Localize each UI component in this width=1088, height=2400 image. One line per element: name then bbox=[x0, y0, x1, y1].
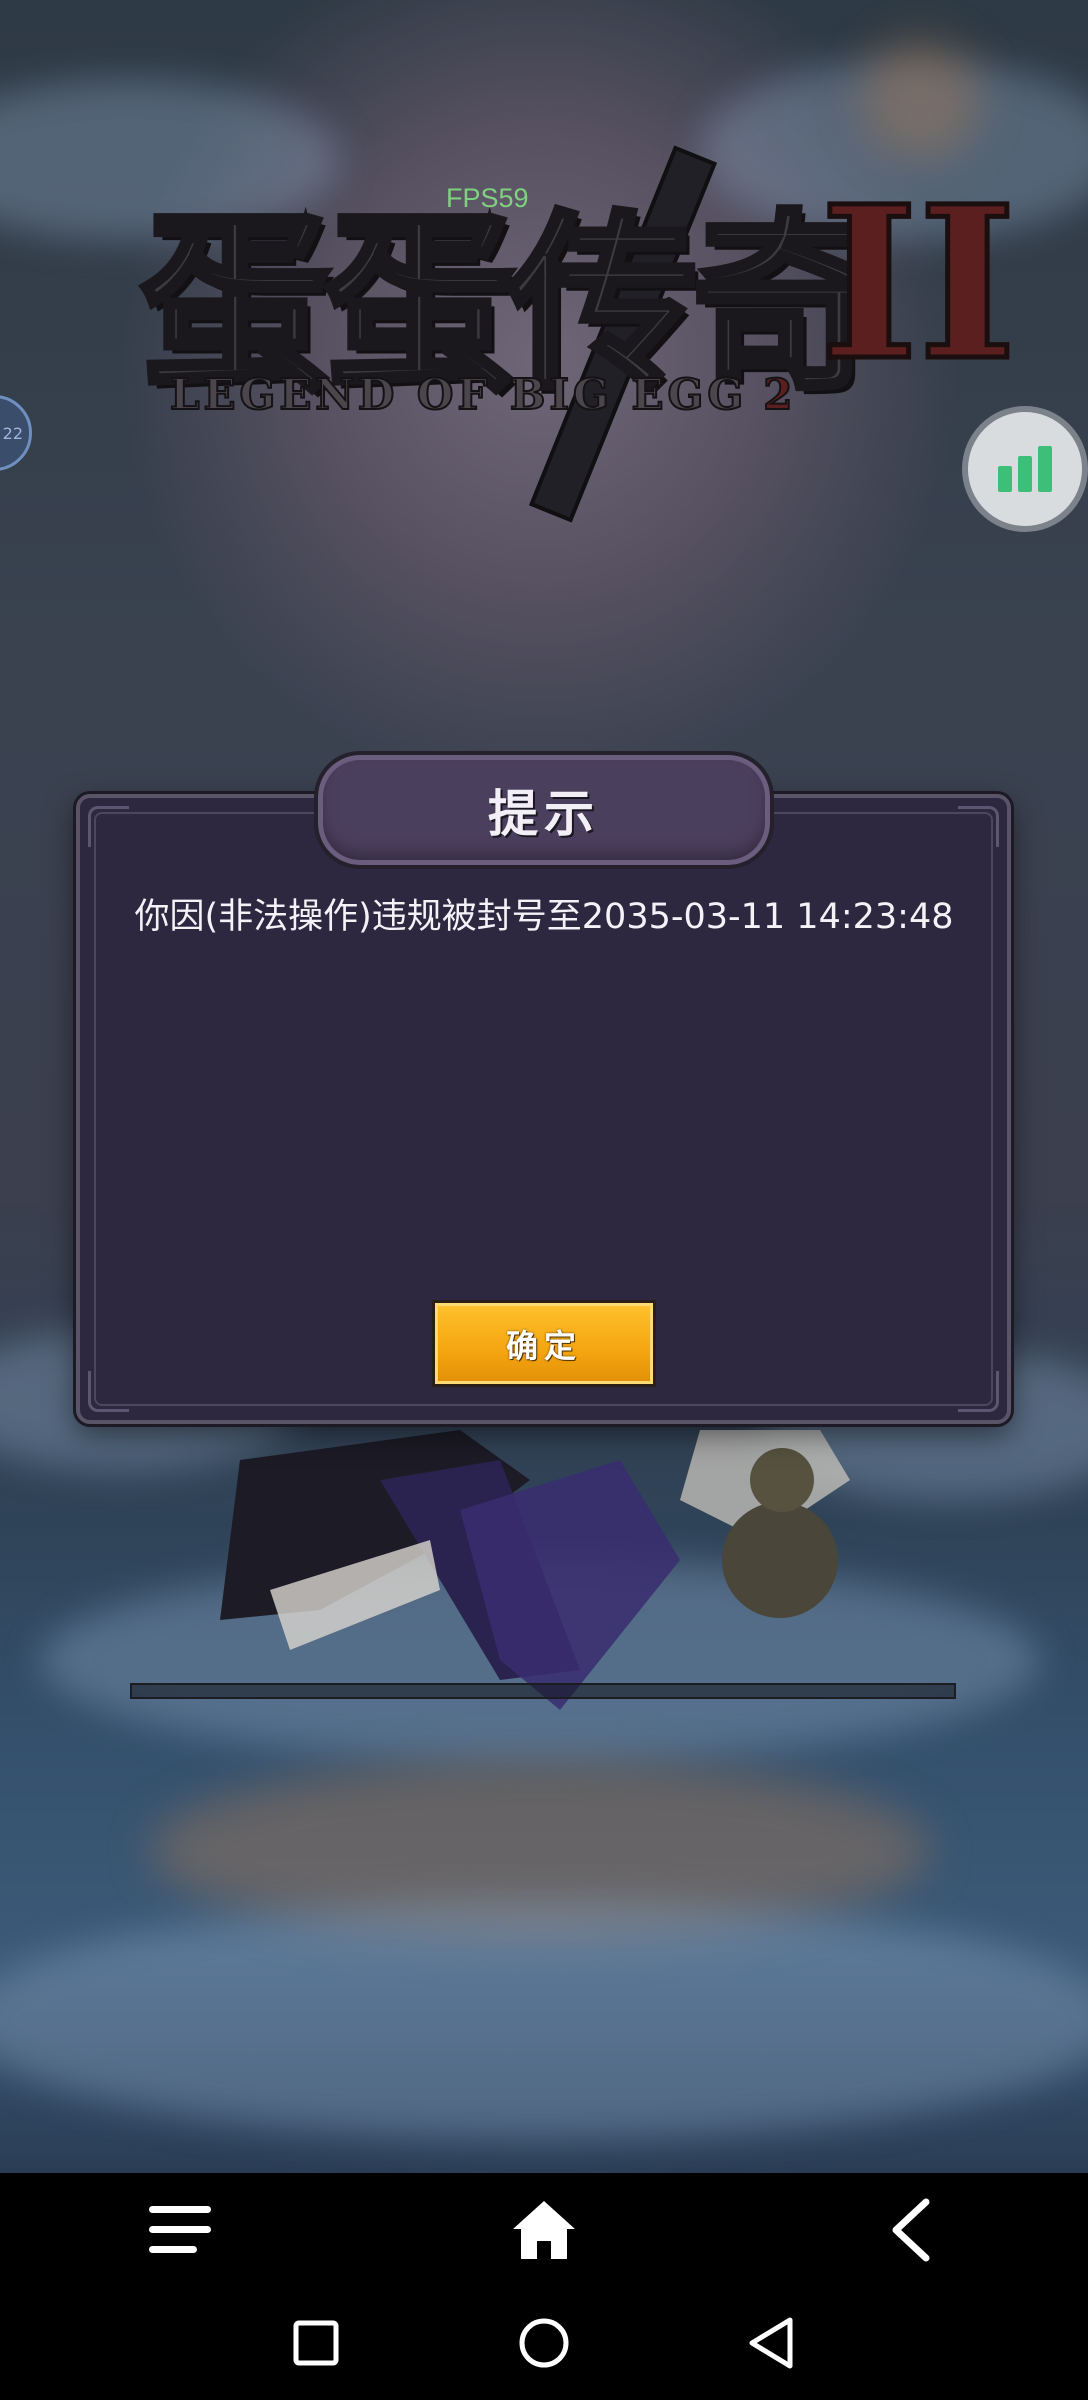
game-logo: 蛋蛋传奇 II LEGEND OF BIG EGG 2 bbox=[130, 130, 1019, 523]
background-cloud bbox=[0, 1900, 1088, 2140]
logo-english-left: LEGEND OF bbox=[169, 369, 492, 420]
game-navigation-bar bbox=[0, 2173, 1088, 2286]
floating-side-bubble-label: 22 bbox=[2, 423, 23, 443]
confirm-button[interactable]: 确定 bbox=[432, 1300, 656, 1387]
recents-square-icon bbox=[293, 2320, 339, 2366]
dialog-title: 提示 bbox=[488, 784, 600, 843]
fps-counter: FPS59 bbox=[446, 183, 529, 213]
confirm-button-label: 确定 bbox=[505, 1326, 582, 1365]
home-icon bbox=[513, 2201, 575, 2259]
dialog-corner-ornament bbox=[88, 1371, 129, 1412]
back-button[interactable] bbox=[860, 2193, 960, 2267]
back-triangle-icon bbox=[749, 2317, 793, 2369]
menu-icon bbox=[149, 2206, 211, 2253]
logo-roman-numeral: II bbox=[817, 158, 1018, 410]
home-button[interactable] bbox=[494, 2193, 594, 2267]
ban-message: 你因(非法操作)违规被封号至2035-03-11 14:23:48 bbox=[134, 897, 954, 937]
bar-chart-icon bbox=[998, 446, 1052, 492]
dialog-corner-ornament bbox=[88, 806, 129, 847]
back-chevron-icon bbox=[892, 2198, 930, 2262]
logo-english-subtitle: LEGEND OF BIG EGG 2 bbox=[169, 369, 797, 420]
home-circle-icon bbox=[519, 2318, 569, 2368]
stats-floating-button[interactable] bbox=[968, 412, 1082, 526]
system-navigation-bar bbox=[0, 2286, 1088, 2400]
system-back-button[interactable] bbox=[730, 2306, 810, 2380]
loading-progress-track bbox=[130, 1683, 956, 1699]
menu-button[interactable] bbox=[130, 2195, 230, 2265]
dialog-corner-ornament bbox=[958, 806, 999, 847]
recents-button[interactable] bbox=[276, 2308, 356, 2378]
system-home-button[interactable] bbox=[504, 2306, 584, 2380]
dialog-title-plate: 提示 bbox=[314, 751, 774, 869]
logo-english-right: BIG EGG bbox=[509, 369, 748, 420]
logo-english-number: 2 bbox=[762, 369, 797, 420]
floating-side-bubble[interactable]: 22 bbox=[0, 395, 32, 471]
dialog-corner-ornament bbox=[958, 1371, 999, 1412]
